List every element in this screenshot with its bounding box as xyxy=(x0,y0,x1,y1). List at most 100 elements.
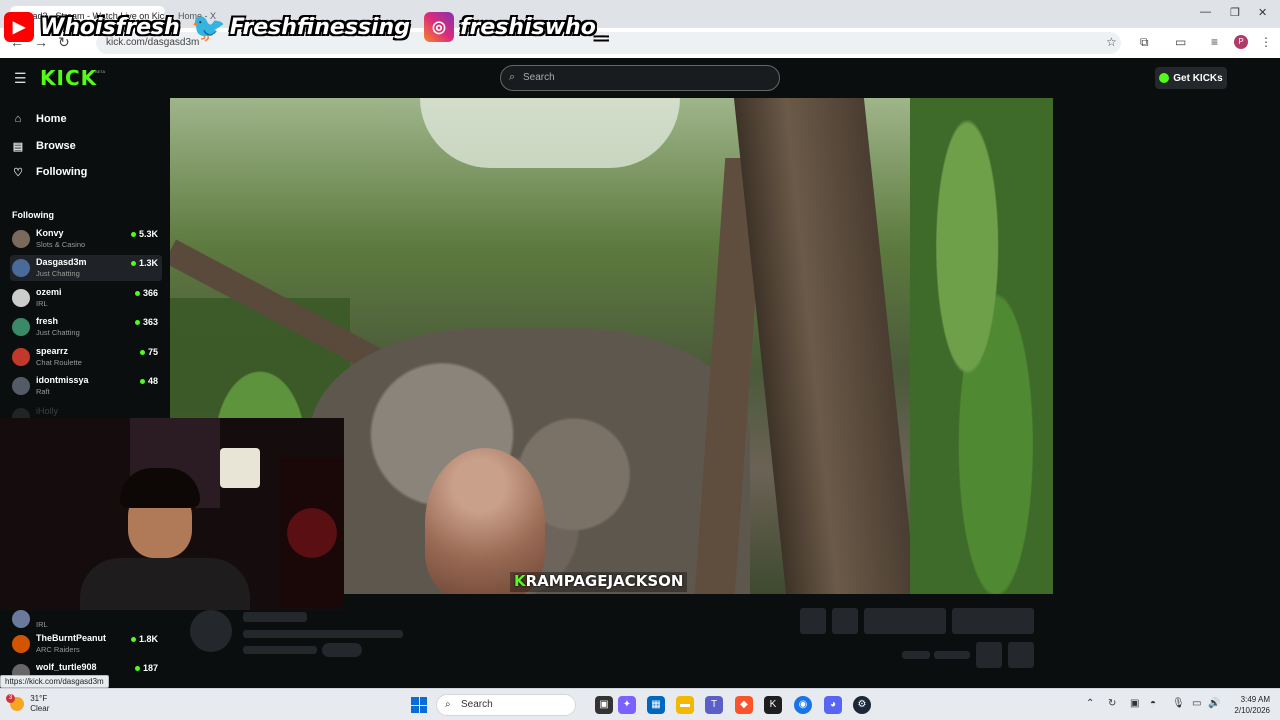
twitter-icon: 🐦 xyxy=(191,11,227,43)
following-section-title: Following xyxy=(12,210,54,220)
weather-widget[interactable]: 3 31°F Clear xyxy=(6,694,50,714)
network-icon[interactable]: ▭ xyxy=(1192,698,1201,709)
channel-idontmissya[interactable]: idontmissya Raft 48 xyxy=(10,373,162,399)
avatar xyxy=(12,259,30,277)
system-clock[interactable]: 3:49 AM 2/10/2026 xyxy=(1226,694,1270,716)
clock-date: 2/10/2026 xyxy=(1234,706,1270,715)
avatar xyxy=(12,348,30,366)
live-dot-icon xyxy=(130,637,136,643)
microphone-icon[interactable]: 🎙 xyxy=(1172,698,1185,709)
task-view-icon[interactable]: ▣ xyxy=(595,696,613,714)
hamburger-menu-icon[interactable]: ☰ xyxy=(14,70,27,87)
steam-icon[interactable]: ⚙ xyxy=(853,696,871,714)
windows-start-icon[interactable] xyxy=(411,697,427,713)
channel-dasgasd3m[interactable]: Dasgasd3m Just Chatting 1.3K xyxy=(10,255,162,281)
viewer-count: 5.3K xyxy=(130,229,158,239)
channel-category: IRL xyxy=(36,299,48,308)
streamer-hair xyxy=(120,468,200,508)
weather-sun-icon: 3 xyxy=(6,694,24,711)
stat-skeleton xyxy=(902,651,930,659)
media-icon[interactable]: ≡ xyxy=(1211,35,1218,49)
search-input[interactable]: ⌕ Search xyxy=(500,65,780,91)
store-icon[interactable]: ▦ xyxy=(647,696,665,714)
channel-irl[interactable]: IRL xyxy=(10,606,162,632)
viewer-count: 366 xyxy=(134,288,158,298)
home-icon: ⌂ xyxy=(14,113,22,125)
kick-logo[interactable]: KICK xyxy=(40,66,97,90)
file-explorer-icon[interactable]: ▬ xyxy=(676,696,694,714)
action-skeleton xyxy=(832,608,858,634)
taskbar-search[interactable]: ⌕ Search xyxy=(436,694,576,716)
channel-name: fresh xyxy=(36,316,59,326)
live-dot-icon xyxy=(134,320,140,326)
tray-app-icon[interactable]: ▣ xyxy=(1130,698,1139,709)
tag-skeleton xyxy=(243,646,317,654)
action-skeleton xyxy=(1008,642,1034,668)
twitter-handle: Freshfinessing xyxy=(229,14,410,40)
browse-icon: ▤ xyxy=(12,140,24,153)
channel-fresh[interactable]: fresh Just Chatting 363 xyxy=(10,314,162,340)
channel-konvy[interactable]: Konvy Slots & Casino 5.3K xyxy=(10,226,162,252)
minimize-icon[interactable]: — xyxy=(1200,6,1211,18)
sidebar-item-home[interactable]: ⌂ Home xyxy=(12,108,67,130)
search-placeholder: Search xyxy=(523,72,555,83)
maximize-icon[interactable]: ❐ xyxy=(1230,6,1240,19)
youtube-icon: ▶ xyxy=(4,12,34,42)
weather-temp: 31°F xyxy=(30,694,48,703)
weather-desc: Clear xyxy=(30,704,50,713)
cast-icon[interactable]: ▭ xyxy=(1175,35,1186,49)
heart-icon: ♡ xyxy=(13,166,23,179)
tag-skeleton xyxy=(322,643,362,657)
clock-time: 3:49 AM xyxy=(1240,695,1270,704)
volume-icon[interactable]: 🔊 xyxy=(1208,698,1220,709)
avatar xyxy=(12,377,30,395)
video-foliage-right xyxy=(910,98,1053,594)
teams-icon[interactable]: T xyxy=(705,696,723,714)
search-icon: ⌕ xyxy=(509,71,516,83)
viewer-count: 187 xyxy=(134,663,158,673)
action-skeleton xyxy=(976,642,1002,668)
channel-name: ozemi xyxy=(36,287,62,297)
instagram-handle: freshiswho_ xyxy=(459,14,607,40)
channel-spearrz[interactable]: spearrz Chat Roulette 75 xyxy=(10,344,162,370)
follow-button-skeleton xyxy=(864,608,946,634)
social-overlay: ▶ Whoisfresh 🐦 Freshfinessing ◎ freshisw… xyxy=(4,10,615,44)
discord-icon[interactable]: ◕ xyxy=(824,696,842,714)
bookmark-star-icon[interactable]: ☆ xyxy=(1106,35,1117,49)
live-dot-icon xyxy=(130,232,136,238)
tray-overflow-icon[interactable]: ⌃ xyxy=(1086,698,1094,709)
sidebar-item-label: Browse xyxy=(36,140,76,152)
menu-dots-icon[interactable]: ⋮ xyxy=(1260,35,1272,49)
streamer-caption: KRAMPAGEJACKSON xyxy=(510,572,688,592)
sidebar-item-browse[interactable]: ▤ Browse xyxy=(12,135,76,157)
chrome-icon[interactable]: ◉ xyxy=(794,696,812,714)
kicks-coin-icon xyxy=(1159,73,1170,83)
close-icon[interactable]: ✕ xyxy=(1258,6,1267,19)
viewer-count: 1.8K xyxy=(130,634,158,644)
channel-theburntpeanut[interactable]: TheBurntPeanut ARC Raiders 1.8K xyxy=(10,631,162,657)
video-trunk xyxy=(733,98,917,594)
channel-name: Dasgasd3m xyxy=(36,257,87,267)
avatar xyxy=(12,230,30,248)
sidebar-item-following[interactable]: ♡ Following xyxy=(12,161,87,183)
live-dot-icon xyxy=(139,379,145,385)
profile-avatar[interactable]: P xyxy=(1234,35,1248,49)
channel-category: Raft xyxy=(36,387,50,396)
get-kicks-button[interactable]: Get KICKs xyxy=(1155,67,1227,89)
sidebar-item-label: Home xyxy=(36,113,67,125)
tray-app-icon[interactable]: ↻ xyxy=(1108,698,1116,709)
taskbar-search-label: Search xyxy=(461,699,493,710)
channel-name: TheBurntPeanut xyxy=(36,633,107,643)
search-icon: ⌕ xyxy=(445,699,451,710)
webcam-red-light xyxy=(280,458,344,608)
channel-ozemi[interactable]: ozemi IRL 366 xyxy=(10,285,162,311)
kick-app-icon[interactable]: K xyxy=(764,696,782,714)
extensions-icon[interactable]: ⧉ xyxy=(1140,35,1149,50)
tray-app-icon[interactable]: ◓ xyxy=(1150,698,1156,709)
kick-header: ☰ KICK BETA ⌕ Search Get KICKs xyxy=(0,58,1280,98)
channel-name: spearrz xyxy=(36,346,69,356)
copilot-icon[interactable]: ✦ xyxy=(618,696,636,714)
video-sky xyxy=(420,98,680,168)
brave-icon[interactable]: ◆ xyxy=(735,696,753,714)
instagram-icon: ◎ xyxy=(423,12,454,42)
